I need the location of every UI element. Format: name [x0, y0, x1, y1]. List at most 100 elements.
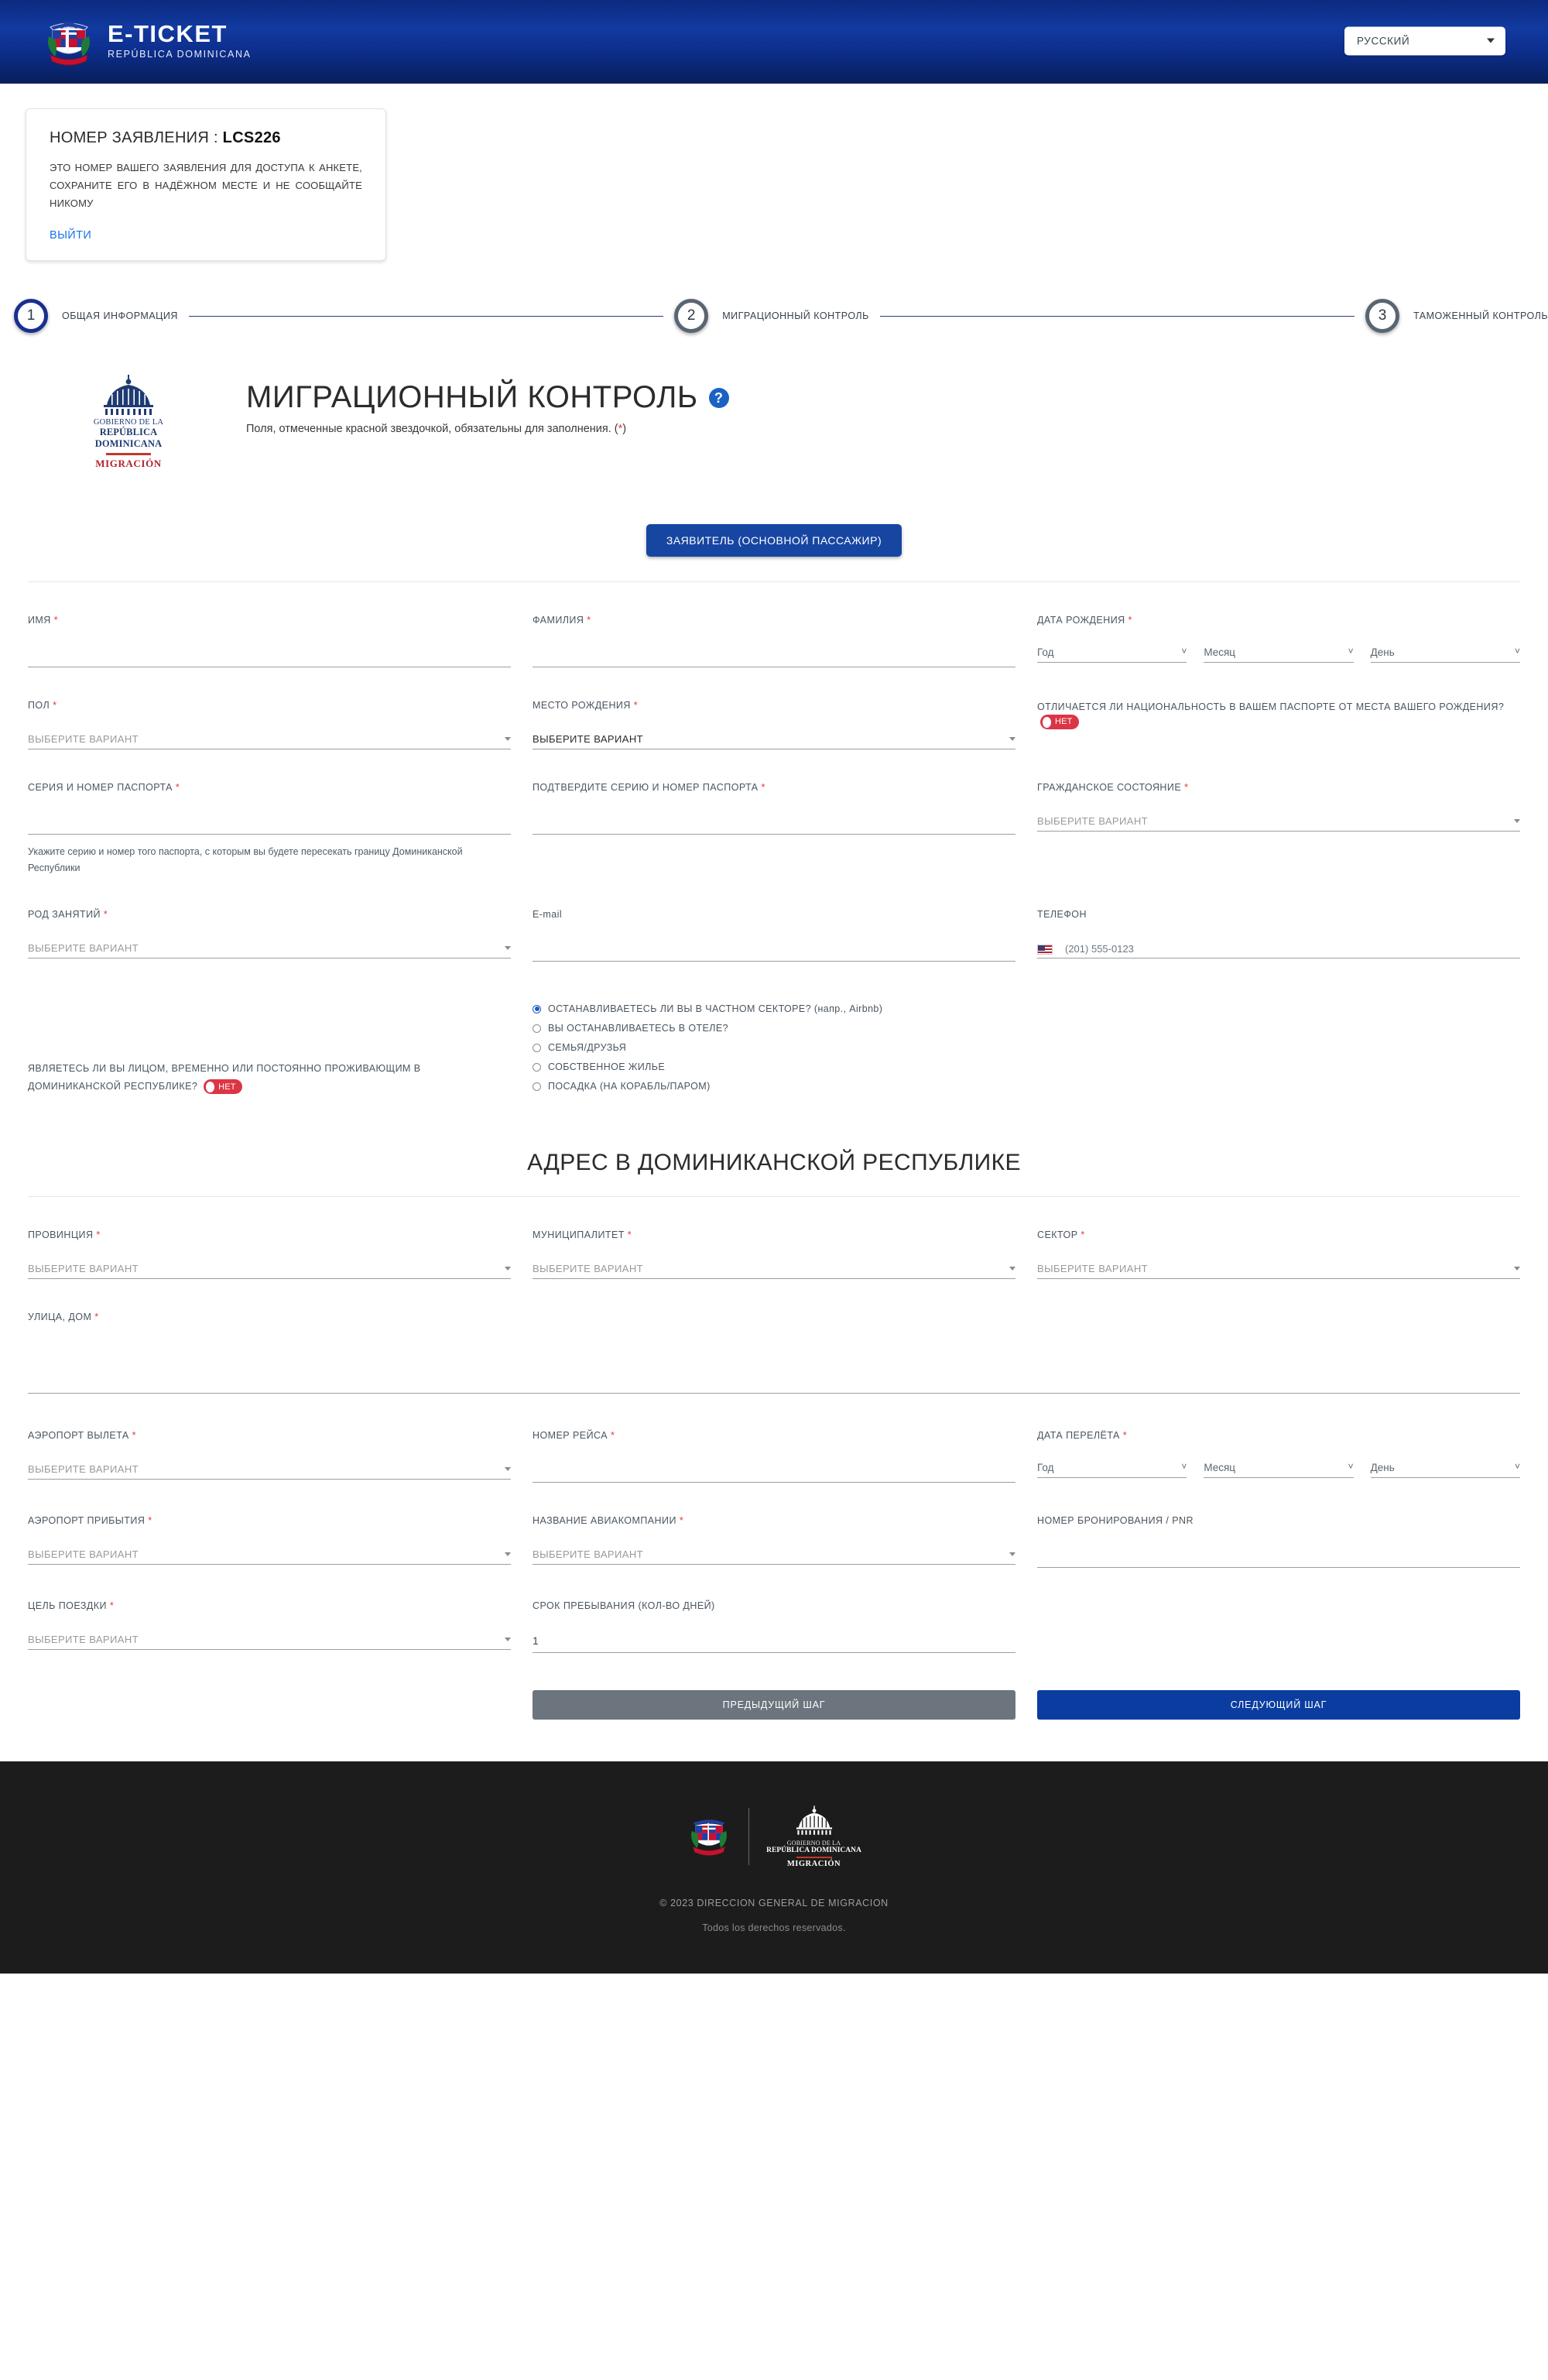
birth-date-day-select[interactable]: День ˅	[1370, 640, 1520, 663]
airline-label: НАЗВАНИЕ АВИАКОМПАНИИ *	[533, 1515, 684, 1527]
airline-select[interactable]: ВЫБЕРИТЕ ВАРИАНТ	[533, 1542, 1015, 1566]
footer-copyright: © 2023 DIRECCION GENERAL DE MIGRACION	[659, 1898, 889, 1909]
stay-option-family-friends-label: СЕМЬЯ/ДРУЗЬЯ	[548, 1042, 627, 1054]
step-3-circle: 3	[1365, 299, 1400, 334]
progress-stepper: 1 ОБЩАЯ ИНФОРМАЦИЯ 2 МИГРАЦИОННЫЙ КОНТРО…	[0, 289, 1548, 343]
tab-applicant-main-passenger[interactable]: ЗАЯВИТЕЛЬ (ОСНОВНОЙ ПАССАЖИР)	[646, 523, 902, 557]
pnr-input[interactable]	[1037, 1546, 1520, 1569]
chevron-down-icon	[505, 1467, 511, 1472]
previous-step-button[interactable]: ПРЕДЫДУЩИЙ ШАГ	[533, 1690, 1015, 1720]
birth-place-label: МЕСТО РОЖДЕНИЯ *	[533, 699, 639, 711]
required-note-end: )	[622, 423, 627, 436]
flight-date-year-select[interactable]: Год ˅	[1037, 1455, 1187, 1479]
language-selected-value: РУССКИЙ	[1357, 35, 1410, 46]
departure-airport-select[interactable]: ВЫБЕРИТЕ ВАРИАНТ	[28, 1456, 511, 1480]
phone-placeholder: (201) 555-0123	[1065, 943, 1134, 955]
trip-purpose-select[interactable]: ВЫБЕРИТЕ ВАРИАНТ	[28, 1627, 511, 1651]
trip-purpose-value: ВЫБЕРИТЕ ВАРИАНТ	[28, 1634, 139, 1646]
stay-option-hotel[interactable]: ВЫ ОСТАНАВЛИВАЕТЕСЬ В ОТЕЛЕ?	[533, 1023, 1520, 1034]
last-name-input[interactable]	[533, 645, 1015, 667]
flight-number-input[interactable]	[533, 1461, 1015, 1483]
passport-number-label: СЕРИЯ И НОМЕР ПАСПОРТА *	[28, 781, 180, 793]
government-logo: GOBIERNO DE LA REPÚBLICA DOMINICANA MIGR…	[85, 374, 172, 470]
logout-link[interactable]: ВЫЙТИ	[50, 229, 362, 242]
form-row-contact: РОД ЗАНЯТИЙ * ВЫБЕРИТЕ ВАРИАНТ E-mail ТЕ…	[28, 876, 1520, 962]
page-title-row: GOBIERNO DE LA REPÚBLICA DOMINICANA MIGR…	[85, 343, 1548, 470]
residency-toggle[interactable]: Нет	[204, 1079, 242, 1095]
birth-date-year-select[interactable]: Год ˅	[1037, 640, 1187, 663]
street-field: УЛИЦА, ДОМ *	[28, 1279, 1520, 1397]
dominican-coat-of-arms-icon	[43, 13, 95, 69]
passport-confirm-label: ПОДТВЕРДИТЕ СЕРИЮ И НОМЕР ПАСПОРТА *	[533, 781, 765, 793]
stepper-step-1[interactable]: 1 ОБЩАЯ ИНФОРМАЦИЯ	[14, 299, 178, 334]
airline-value: ВЫБЕРИТЕ ВАРИАНТ	[533, 1548, 643, 1561]
address-section-title: АДРЕС В ДОМИНИКАНСКОЙ РЕСПУБЛИКЕ	[527, 1150, 1021, 1176]
occupation-select[interactable]: ВЫБЕРИТЕ ВАРИАНТ	[28, 935, 511, 959]
chevron-down-icon	[1514, 818, 1520, 823]
sector-select[interactable]: ВЫБЕРИТЕ ВАРИАНТ	[1037, 1256, 1520, 1280]
flight-date-day-select[interactable]: День ˅	[1370, 1455, 1520, 1479]
passport-confirm-field: ПОДТВЕРДИТЕ СЕРИЮ И НОМЕР ПАСПОРТА *	[533, 749, 1015, 877]
trip-purpose-field: ЦЕЛЬ ПОЕЗДКИ * ВЫБЕРИТЕ ВАРИАНТ	[28, 1568, 511, 1653]
stay-length-input[interactable]	[533, 1631, 1015, 1654]
phone-input-row[interactable]: (201) 555-0123	[1037, 935, 1520, 959]
departure-airport-field: АЭРОПОРТ ВЫЛЕТА * ВЫБЕРИТЕ ВАРИАНТ	[28, 1397, 511, 1483]
chevron-down-icon	[1009, 1552, 1015, 1557]
next-step-button[interactable]: СЛЕДУЮЩИЙ ШАГ	[1037, 1690, 1520, 1720]
step-2-label: МИГРАЦИОННЫЙ КОНТРОЛЬ	[722, 310, 869, 322]
toggle-knob-icon	[206, 1081, 215, 1092]
gender-select[interactable]: ВЫБЕРИТЕ ВАРИАНТ	[28, 726, 511, 749]
street-input[interactable]	[28, 1343, 1520, 1394]
chevron-down-icon	[1487, 38, 1495, 43]
stepper-step-3[interactable]: 3 ТАМОЖЕННЫЙ КОНТРОЛЬ	[1365, 299, 1548, 334]
birth-date-month-select[interactable]: Месяц ˅	[1204, 640, 1354, 663]
footer-government-logo: GOBIERNO DE LA REPÚBLICA DOMINICANA MIGR…	[766, 1805, 861, 1868]
province-select[interactable]: ВЫБЕРИТЕ ВАРИАНТ	[28, 1256, 511, 1280]
required-note-text: Поля, отмеченные красной звездочкой, обя…	[246, 423, 618, 436]
question-mark-icon[interactable]: ?	[708, 387, 729, 408]
civil-status-value: ВЫБЕРИТЕ ВАРИАНТ	[1037, 814, 1148, 827]
occupation-value: ВЫБЕРИТЕ ВАРИАНТ	[28, 942, 139, 955]
chevron-down-icon: ˅	[1348, 645, 1354, 657]
brand-title: E-TICKET	[108, 20, 228, 48]
first-name-input[interactable]	[28, 645, 511, 667]
civil-status-select[interactable]: ВЫБЕРИТЕ ВАРИАНТ	[1037, 808, 1520, 832]
toggle-knob-icon	[1043, 716, 1051, 728]
form-row-names: ИМЯ * ФАМИЛИЯ * ДАТА РОЖДЕНИЯ * Год ˅ Ме…	[28, 582, 1520, 667]
passport-number-input[interactable]	[28, 812, 511, 835]
chevron-down-icon	[1009, 1267, 1015, 1271]
step-1-label: ОБЩАЯ ИНФОРМАЦИЯ	[62, 310, 178, 322]
email-label: E-mail	[533, 909, 563, 921]
birth-date-label: ДАТА РОЖДЕНИЯ *	[1037, 614, 1132, 626]
pnr-label: НОМЕР БРОНИРОВАНИЯ / PNR	[1037, 1515, 1194, 1527]
email-input[interactable]	[533, 940, 1015, 962]
birth-place-select[interactable]: ВЫБЕРИТЕ ВАРИАНТ	[533, 726, 1015, 749]
province-value: ВЫБЕРИТЕ ВАРИАНТ	[28, 1263, 139, 1275]
birth-date-day-value: День	[1370, 646, 1395, 658]
stay-option-private-sector[interactable]: ОСТАНАВЛИВАЕТЕСЬ ЛИ ВЫ В ЧАСТНОМ СЕКТОРЕ…	[533, 1003, 1520, 1014]
civil-status-field: ГРАЖДАНСКОЕ СОСТОЯНИЕ * ВЫБЕРИТЕ ВАРИАНТ	[1037, 749, 1520, 877]
province-field: ПРОВИНЦИЯ * ВЫБЕРИТЕ ВАРИАНТ	[28, 1197, 511, 1280]
flight-date-month-select[interactable]: Месяц ˅	[1204, 1455, 1354, 1479]
dominican-coat-of-arms-icon	[687, 1810, 731, 1864]
stepper-line-2	[879, 315, 1355, 317]
stay-option-own-home[interactable]: СОБСТВЕННОЕ ЖИЛЬЕ	[533, 1061, 1520, 1072]
stepper-step-2[interactable]: 2 МИГРАЦИОННЫЙ КОНТРОЛЬ	[674, 299, 869, 334]
flight-date-day-value: День	[1370, 1462, 1395, 1474]
first-name-label: ИМЯ *	[28, 614, 59, 626]
airline-field: НАЗВАНИЕ АВИАКОМПАНИИ * ВЫБЕРИТЕ ВАРИАНТ	[533, 1483, 1015, 1568]
municipality-select[interactable]: ВЫБЕРИТЕ ВАРИАНТ	[533, 1256, 1015, 1280]
municipality-field: МУНИЦИПАЛИТЕТ * ВЫБЕРИТЕ ВАРИАНТ	[533, 1197, 1015, 1280]
passport-confirm-input[interactable]	[533, 812, 1015, 835]
capitol-dome-icon	[790, 1806, 838, 1839]
municipality-label: МУНИЦИПАЛИТЕТ *	[533, 1229, 632, 1241]
arrival-airport-select[interactable]: ВЫБЕРИТЕ ВАРИАНТ	[28, 1542, 511, 1566]
first-name-field: ИМЯ *	[28, 582, 511, 667]
stay-option-boarding[interactable]: ПОСАДКА (НА КОРАБЛЬ/ПАРОМ)	[533, 1081, 1520, 1092]
language-selector[interactable]: РУССКИЙ	[1344, 26, 1505, 55]
nationality-toggle[interactable]: Нет	[1040, 715, 1079, 730]
nationality-toggle-value: Нет	[1055, 717, 1073, 727]
chevron-down-icon: ˅	[1514, 1461, 1520, 1473]
last-name-label: ФАМИЛИЯ *	[533, 614, 591, 626]
stay-option-family-friends[interactable]: СЕМЬЯ/ДРУЗЬЯ	[533, 1042, 1520, 1053]
